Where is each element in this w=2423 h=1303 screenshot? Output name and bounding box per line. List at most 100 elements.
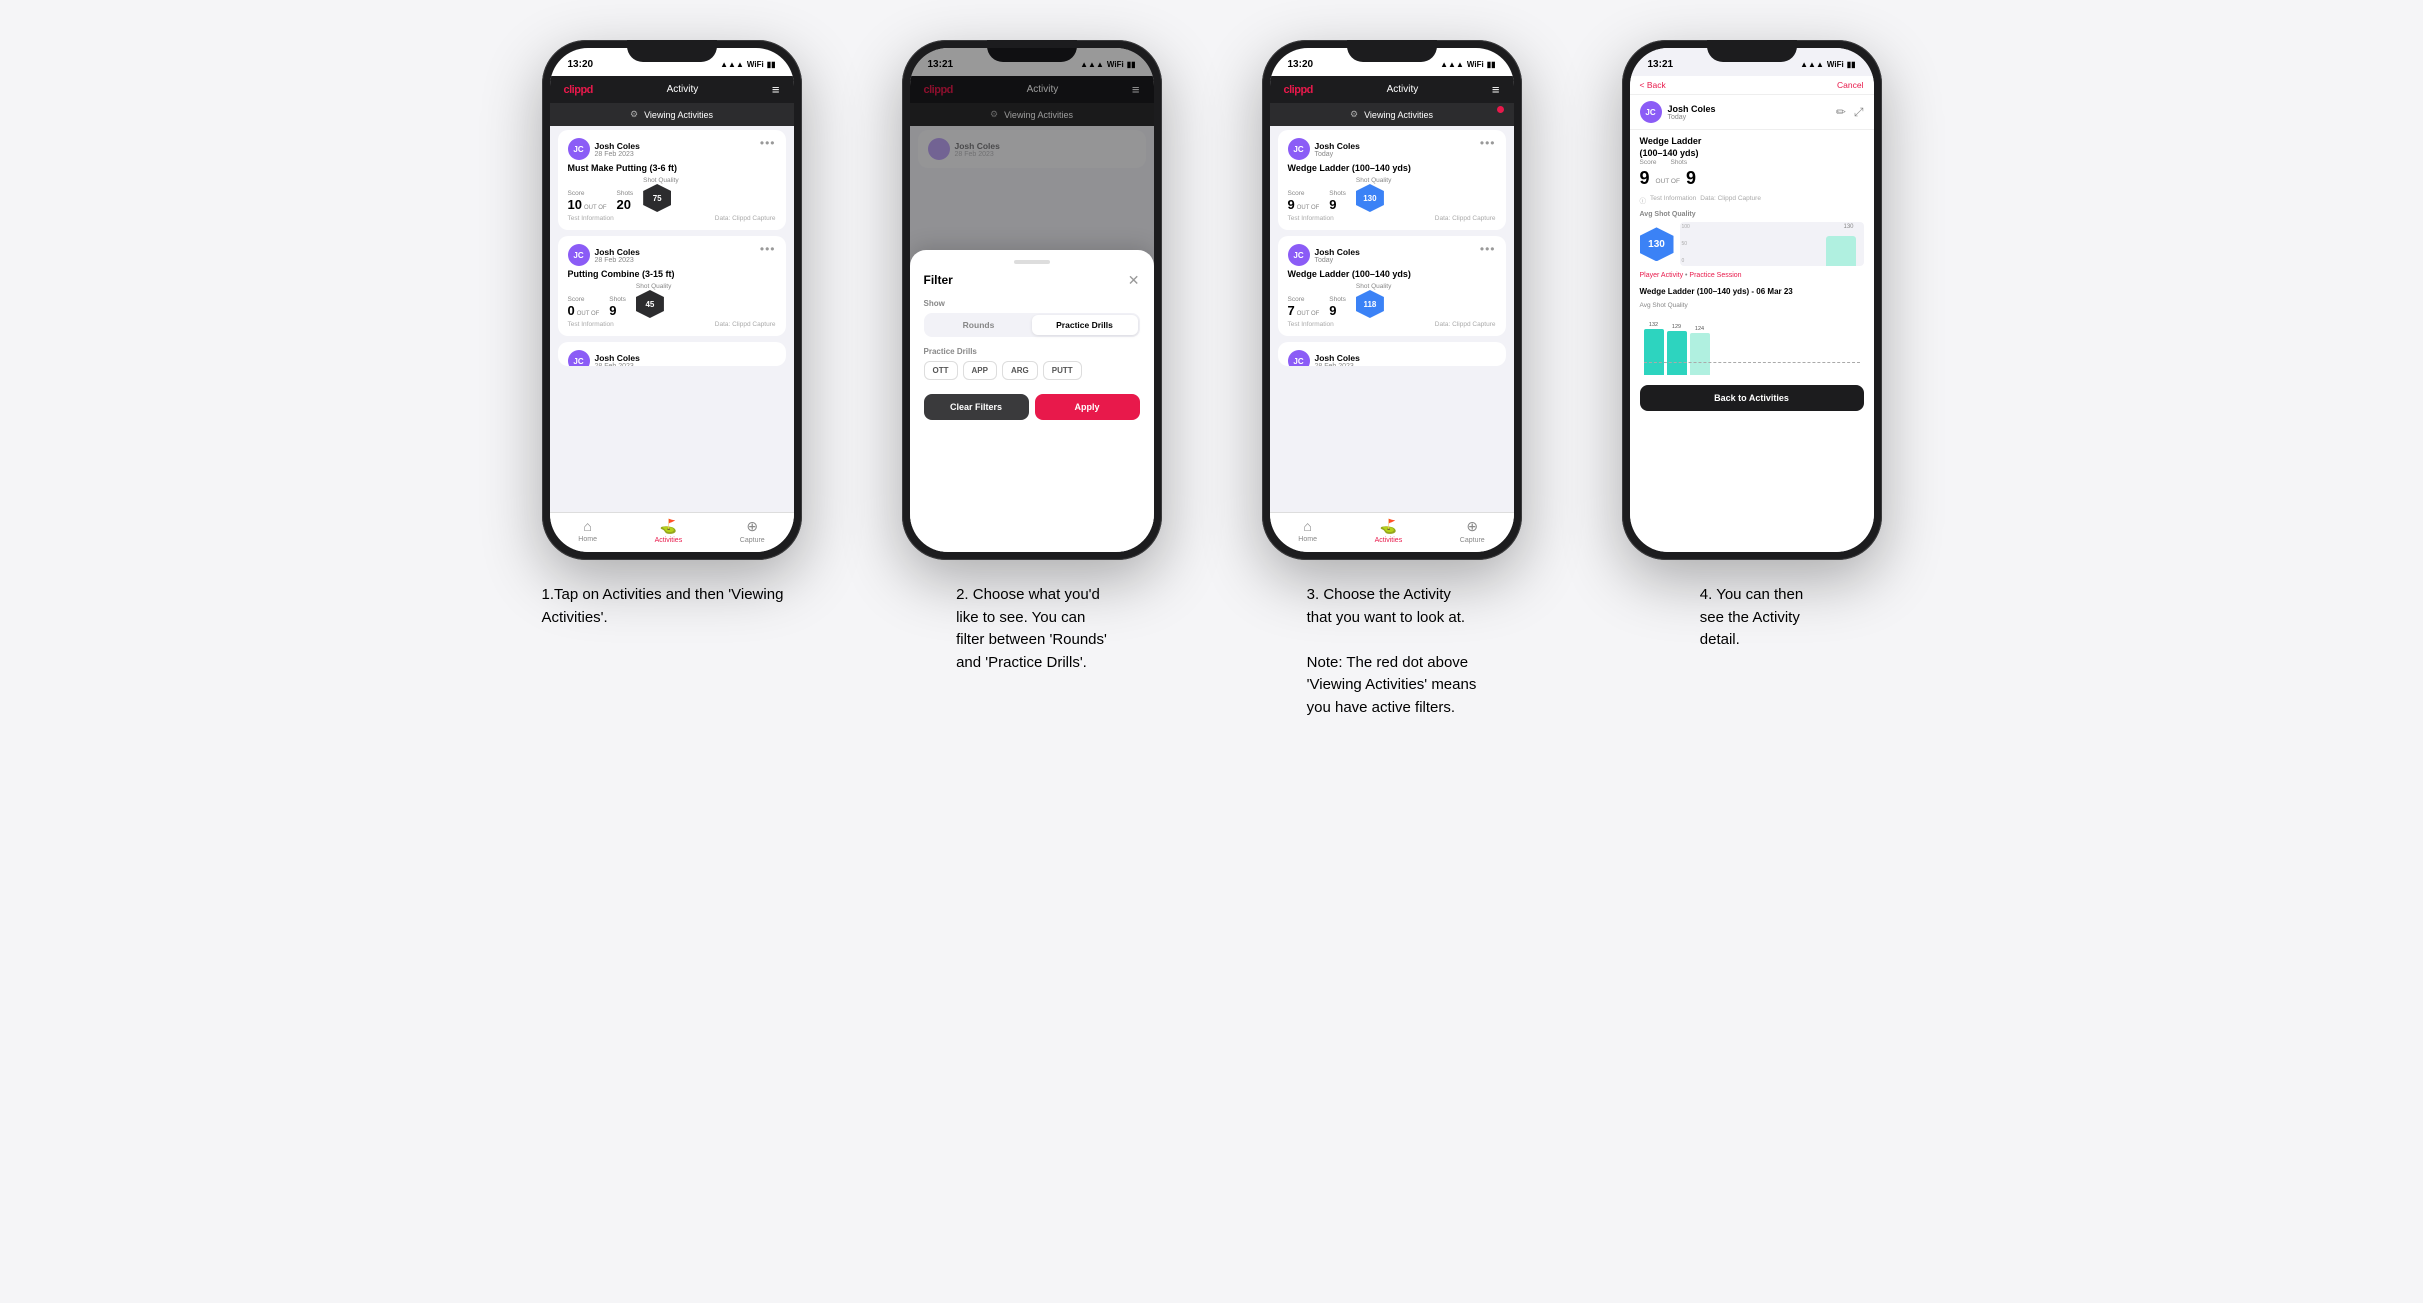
shots-value-3-2: 9 [1329, 303, 1336, 318]
nav-home-label-1: Home [578, 536, 597, 543]
nav-home-label-3: Home [1298, 536, 1317, 543]
detail-header-4: < Back Cancel [1630, 76, 1874, 95]
bar-val-1-4: 132 [1649, 322, 1658, 328]
nav-home-1[interactable]: ⌂ Home [578, 518, 597, 544]
avatar-1-1: JC [568, 138, 590, 160]
filter-practice-label-2: Practice Drills [924, 347, 1140, 356]
avg-section-4: Avg Shot Quality 130 100 50 0 130 [1640, 211, 1864, 266]
detail-user-row-4: JC Josh Coles Today ✏ ⤢ [1630, 95, 1874, 130]
avg-chart-label-4: 130 [1843, 224, 1853, 230]
card-header-1-2: JC Josh Coles 28 Feb 2023 ••• [568, 244, 776, 266]
filter-pill-putt-2[interactable]: PUTT [1043, 361, 1082, 380]
player-activity-text-4: Player Activity [1640, 272, 1684, 279]
card-dots-3-1[interactable]: ••• [1480, 136, 1496, 150]
detail-big-score-4: 9 [1640, 168, 1650, 189]
status-time-3: 13:20 [1288, 59, 1314, 70]
wifi-icon-4: WiFi [1827, 60, 1844, 69]
back-to-activities-button-4[interactable]: Back to Activities [1640, 385, 1864, 411]
modal-handle-2[interactable] [1014, 260, 1050, 264]
avatar-3-1: JC [1288, 138, 1310, 160]
user-info-1-1: Josh Coles 28 Feb 2023 [595, 141, 640, 158]
activity-card-3-3[interactable]: JC Josh Coles 28 Feb 2023 [1278, 342, 1506, 366]
nav-activities-3[interactable]: ⛳ Activities [1375, 518, 1403, 544]
menu-icon-1[interactable]: ≡ [772, 82, 780, 97]
viewing-bar-1[interactable]: ⚙ Viewing Activities [550, 103, 794, 126]
card-user-1-2: JC Josh Coles 28 Feb 2023 [568, 244, 640, 266]
back-button-4[interactable]: < Back [1640, 80, 1666, 90]
nav-capture-3[interactable]: ⊕ Capture [1460, 518, 1485, 544]
filter-pill-app-2[interactable]: APP [963, 361, 997, 380]
detail-user-info-4: Josh Coles Today [1668, 104, 1716, 121]
nav-home-3[interactable]: ⌂ Home [1298, 518, 1317, 544]
card-dots-3-2[interactable]: ••• [1480, 242, 1496, 256]
phone-2-screen: 13:21 ▲▲▲ WiFi ▮▮ clippd Activity ≡ ⚙ Vi… [910, 48, 1154, 552]
user-date-3-1: Today [1315, 151, 1360, 158]
card-dots-1-1[interactable]: ••• [760, 136, 776, 150]
edit-icon-4[interactable]: ✏ [1836, 105, 1846, 120]
app-title-1: Activity [667, 84, 699, 95]
nav-capture-label-1: Capture [740, 537, 765, 544]
status-icons-1: ▲▲▲ WiFi ▮▮ [720, 60, 775, 69]
sq-badge-3-2: 118 [1356, 290, 1384, 318]
signal-icon-3: ▲▲▲ [1440, 60, 1464, 69]
bar-item-1-4: 132 [1644, 322, 1664, 375]
signal-icon-1: ▲▲▲ [720, 60, 744, 69]
battery-icon-3: ▮▮ [1487, 60, 1496, 69]
nav-capture-1[interactable]: ⊕ Capture [740, 518, 765, 544]
activity-card-1-3[interactable]: JC Josh Coles 28 Feb 2023 [558, 342, 786, 366]
filter-actions-2: Clear Filters Apply [924, 394, 1140, 420]
detail-user-name-4: Josh Coles [1668, 104, 1716, 114]
bar-chart-container-4: 132 129 124 [1640, 315, 1864, 375]
activity-card-3-2[interactable]: JC Josh Coles Today ••• Wedge Ladder (10… [1278, 236, 1506, 336]
user-name-1-1: Josh Coles [595, 141, 640, 151]
phone-1-screen: 13:20 ▲▲▲ WiFi ▮▮ clippd Activity ≡ ⚙ Vi… [550, 48, 794, 552]
avatar-1-2: JC [568, 244, 590, 266]
avg-badge-4: 130 [1640, 227, 1674, 261]
sq-label-3-2: Shot Quality [1356, 283, 1391, 290]
footer-data-1-1: Data: Clippd Capture [715, 215, 776, 222]
detail-action-icons-4: ✏ ⤢ [1836, 105, 1864, 120]
phone-notch-4 [1707, 40, 1797, 62]
battery-icon-1: ▮▮ [767, 60, 776, 69]
step-3-column: 13:20 ▲▲▲ WiFi ▮▮ clippd Activity ≡ ⚙ Vi… [1232, 40, 1552, 719]
score-value-3-2: 7 [1288, 303, 1295, 318]
clear-filters-button-2[interactable]: Clear Filters [924, 394, 1029, 420]
user-info-1-2: Josh Coles 28 Feb 2023 [595, 247, 640, 264]
card-header-3-2: JC Josh Coles Today ••• [1288, 244, 1496, 266]
filter-toggle-drills-2[interactable]: Practice Drills [1032, 315, 1138, 335]
shots-value-1-2: 9 [609, 303, 616, 318]
user-info-3-2: Josh Coles Today [1315, 247, 1360, 264]
app-title-3: Activity [1387, 84, 1419, 95]
footer-data-1-2: Data: Clippd Capture [715, 321, 776, 328]
activity-card-1-1[interactable]: JC Josh Coles 28 Feb 2023 ••• Must Make … [558, 130, 786, 230]
filter-pill-arg-2[interactable]: ARG [1002, 361, 1038, 380]
cancel-button-4[interactable]: Cancel [1837, 80, 1863, 90]
filter-pill-ott-2[interactable]: OTT [924, 361, 958, 380]
detail-user-date-4: Today [1668, 114, 1716, 121]
nav-activities-1[interactable]: ⛳ Activities [655, 518, 683, 544]
card-title-1-1: Must Make Putting (3-6 ft) [568, 163, 776, 173]
battery-icon-4: ▮▮ [1847, 60, 1856, 69]
outof-3-1: OUT OF [1297, 205, 1320, 211]
session-title-4: Wedge Ladder (100–140 yds) - 06 Mar 23 [1640, 287, 1864, 296]
sq-badge-1-2: 45 [636, 290, 664, 318]
menu-icon-3[interactable]: ≡ [1492, 82, 1500, 97]
detail-score-label-4: Score [1640, 159, 1657, 166]
filter-toggle-rounds-2[interactable]: Rounds [926, 315, 1032, 335]
activity-card-3-1[interactable]: JC Josh Coles Today ••• Wedge Ladder (10… [1278, 130, 1506, 230]
activity-list-1: JC Josh Coles 28 Feb 2023 ••• Must Make … [550, 126, 794, 512]
activity-card-1-2[interactable]: JC Josh Coles 28 Feb 2023 ••• Putting Co… [558, 236, 786, 336]
close-icon-2[interactable]: ✕ [1128, 272, 1140, 289]
score-value-1-1: 10 [568, 197, 582, 212]
avatar-3-3: JC [1288, 350, 1310, 366]
user-date-1-2: 28 Feb 2023 [595, 257, 640, 264]
caption-2: 2. Choose what you'd like to see. You ca… [956, 584, 1107, 674]
session-type-4: Practice Session [1689, 272, 1741, 279]
viewing-bar-3[interactable]: ⚙ Viewing Activities [1270, 103, 1514, 126]
footer-info-3-2: Test Information [1288, 321, 1334, 328]
expand-icon-4[interactable]: ⤢ [1854, 105, 1864, 120]
score-label-1-1: Score [568, 190, 607, 197]
outof-3-2: OUT OF [1297, 311, 1320, 317]
card-dots-1-2[interactable]: ••• [760, 242, 776, 256]
apply-button-2[interactable]: Apply [1035, 394, 1140, 420]
